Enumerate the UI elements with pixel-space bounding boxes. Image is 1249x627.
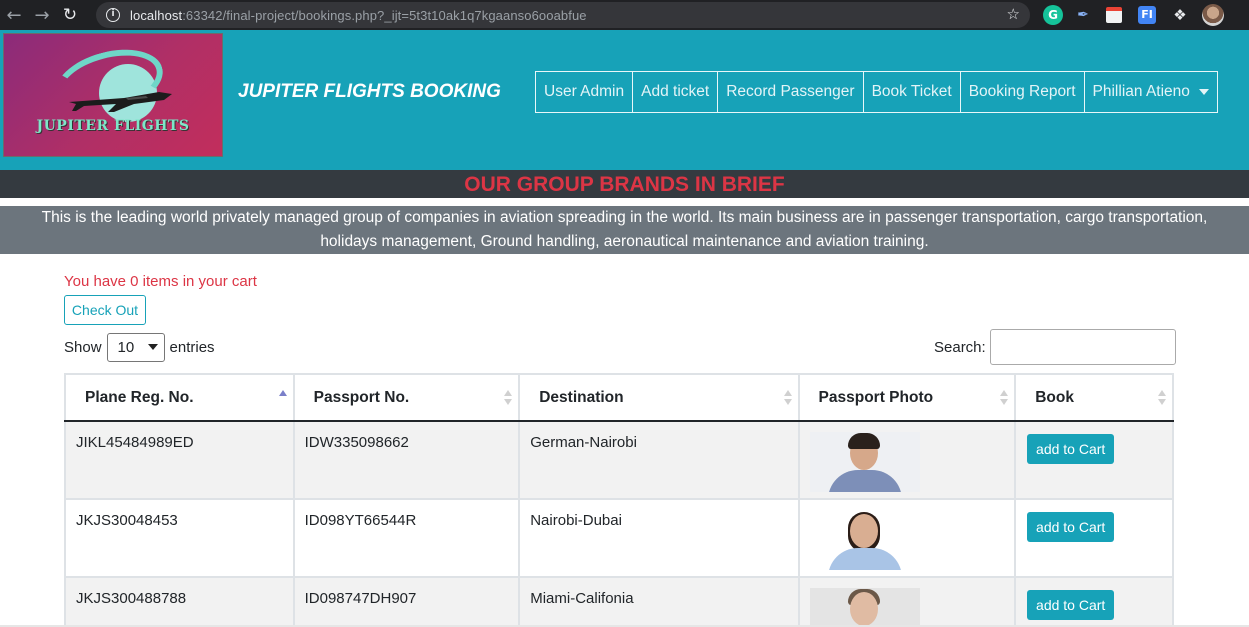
column-header-passport-no[interactable]: Passport No.: [292, 373, 521, 422]
site-header: JUPITER FLIGHTS JUPITER FLIGHTS BOOKING …: [0, 30, 1249, 170]
pen-extension-icon[interactable]: ✒: [1073, 5, 1093, 25]
cell-passport-no: IDW335098662: [292, 420, 521, 500]
brands-banner: OUR GROUP BRANDS IN BRIEF: [0, 170, 1249, 198]
cell-book: add to Cart: [1014, 576, 1174, 627]
logo-text: JUPITER FLIGHTS: [36, 118, 190, 134]
url-text[interactable]: localhost:63342/final-project/bookings.p…: [130, 8, 587, 23]
jupiter-flights-logo[interactable]: JUPITER FLIGHTS: [3, 33, 223, 157]
extensions-puzzle-icon[interactable]: ❖: [1170, 5, 1190, 25]
sort-icon: [1158, 390, 1166, 406]
about-line-2: holidays management, Ground handling, ae…: [320, 233, 929, 250]
cell-passport-photo: [797, 420, 1017, 500]
address-bar[interactable]: i localhost:63342/final-project/bookings…: [96, 2, 1030, 28]
cell-plane-reg: JKJS30048453: [64, 498, 295, 578]
cell-book: add to Cart: [1014, 498, 1174, 578]
nav-user-admin[interactable]: User Admin: [535, 71, 634, 113]
cell-destination: Nairobi-Dubai: [518, 498, 800, 578]
about-text: This is the leading world privately mana…: [0, 206, 1249, 254]
checkout-button[interactable]: Check Out: [64, 295, 146, 325]
entries-label: entries: [169, 338, 215, 356]
table-row: JKJS300488788 ID098747DH907 Miami-Califo…: [64, 576, 1174, 627]
forward-icon[interactable]: →: [28, 5, 56, 26]
entries-select[interactable]: 10: [106, 332, 165, 362]
column-header-destination[interactable]: Destination: [518, 373, 800, 422]
cell-passport-no: ID098YT66544R: [292, 498, 521, 578]
notes-extension-icon[interactable]: [1106, 7, 1122, 23]
about-line-1: This is the leading world privately mana…: [41, 209, 1208, 226]
banner-title: OUR GROUP BRANDS IN BRIEF: [464, 173, 785, 196]
sort-icon: [1000, 390, 1009, 406]
sort-icon: [504, 390, 513, 406]
cell-passport-photo: [797, 498, 1017, 578]
bookmark-star-icon[interactable]: ☆: [1007, 5, 1020, 23]
fi-extension-icon[interactable]: FI: [1138, 6, 1156, 24]
column-header-book[interactable]: Book: [1014, 373, 1174, 422]
bookings-table: Plane Reg. No. Passport No. Destination …: [64, 373, 1174, 627]
table-row: JIKL45484989ED IDW335098662 German-Nairo…: [64, 420, 1174, 500]
cell-destination: German-Nairobi: [518, 420, 800, 500]
back-icon[interactable]: ←: [0, 5, 28, 26]
passport-photo: [809, 432, 920, 492]
table-row: JKJS30048453 ID098YT66544R Nairobi-Dubai…: [64, 498, 1174, 578]
nav-user-dropdown[interactable]: Phillian Atieno: [1083, 71, 1218, 113]
cell-book: add to Cart: [1014, 420, 1174, 500]
nav-booking-report[interactable]: Booking Report: [959, 71, 1085, 113]
add-to-cart-button[interactable]: add to Cart: [1027, 512, 1115, 542]
cell-passport-no: ID098747DH907: [292, 576, 521, 627]
add-to-cart-button[interactable]: add to Cart: [1027, 434, 1115, 464]
search-input[interactable]: [989, 329, 1176, 365]
show-label: Show: [64, 338, 102, 356]
airplane-icon: [69, 92, 172, 112]
reload-icon[interactable]: ↻: [56, 5, 84, 25]
main-nav: User Admin Add ticket Record Passenger B…: [535, 71, 1218, 113]
profile-avatar[interactable]: [1202, 4, 1224, 26]
caret-down-icon: [1198, 89, 1209, 95]
table-header-row: Plane Reg. No. Passport No. Destination …: [64, 373, 1174, 422]
column-header-plane-reg[interactable]: Plane Reg. No.: [64, 373, 295, 422]
add-to-cart-button[interactable]: add to Cart: [1027, 590, 1115, 620]
passport-photo: [809, 588, 920, 627]
cell-plane-reg: JIKL45484989ED: [64, 420, 295, 500]
cell-plane-reg: JKJS300488788: [64, 576, 295, 627]
passport-photo: [809, 510, 920, 570]
brand-title[interactable]: JUPITER FLIGHTS BOOKING: [238, 81, 501, 103]
nav-record-passenger[interactable]: Record Passenger: [717, 71, 864, 113]
nav-add-ticket[interactable]: Add ticket: [632, 71, 719, 113]
column-header-passport-photo[interactable]: Passport Photo: [797, 373, 1017, 422]
sort-icon: [783, 390, 792, 406]
table-search: Search:: [934, 329, 1176, 365]
cart-status: You have 0 items in your cart: [64, 273, 257, 290]
browser-toolbar: ← → ↻ i localhost:63342/final-project/bo…: [0, 0, 1249, 30]
entries-length-control: Show 10 entries: [64, 332, 215, 362]
search-label: Search:: [934, 338, 986, 356]
chevron-down-icon: [147, 344, 158, 350]
cell-passport-photo: [797, 576, 1017, 627]
grammarly-extension-icon[interactable]: G: [1043, 5, 1063, 25]
nav-book-ticket[interactable]: Book Ticket: [862, 71, 961, 113]
sort-asc-icon: [278, 390, 287, 406]
info-icon[interactable]: i: [106, 8, 120, 22]
cell-destination: Miami-Califonia: [518, 576, 800, 627]
